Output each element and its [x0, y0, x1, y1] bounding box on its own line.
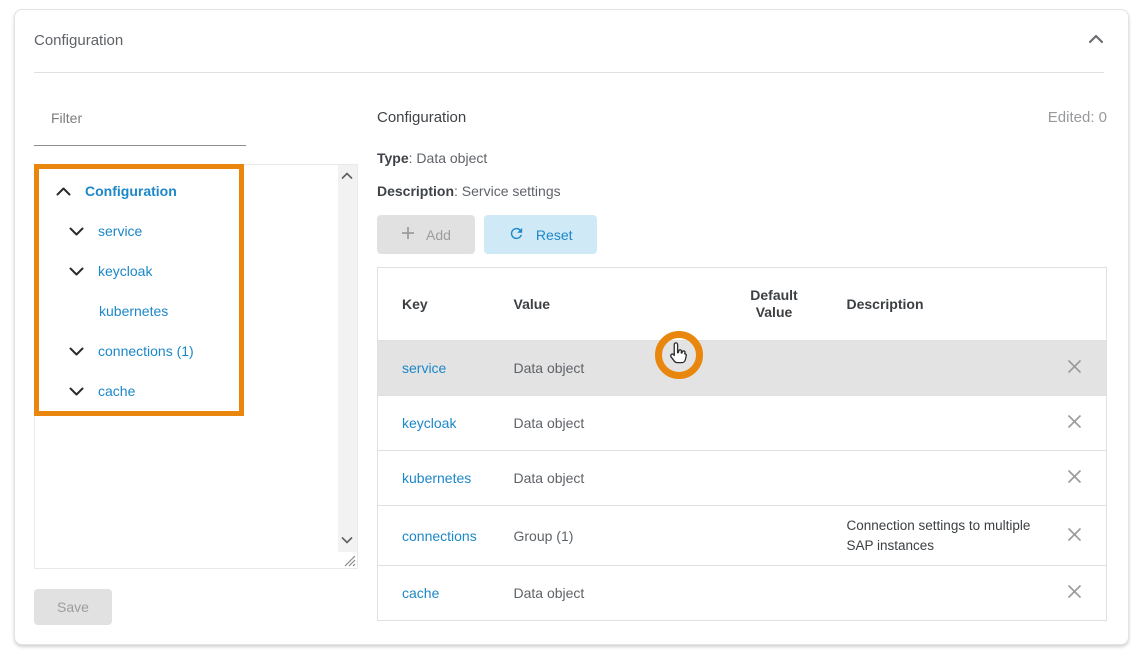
col-header-actions [1043, 268, 1107, 341]
row-description [823, 341, 1043, 396]
scroll-down-icon[interactable] [340, 536, 354, 544]
row-default-value [726, 566, 823, 621]
tree-node-label[interactable]: keycloak [98, 263, 152, 279]
delete-row-button[interactable] [1066, 413, 1083, 430]
close-icon [1066, 418, 1083, 433]
row-description [823, 396, 1043, 451]
filter-input[interactable]: Filter [34, 110, 246, 146]
card-header: Configuration [15, 10, 1128, 50]
collapse-section-button[interactable] [1088, 34, 1104, 44]
plus-icon [401, 226, 415, 243]
save-button[interactable]: Save [34, 589, 112, 625]
tree-node-label[interactable]: kubernetes [99, 303, 168, 319]
refresh-icon [508, 225, 525, 245]
row-value: Data object [490, 566, 726, 621]
configuration-table: Key Value Default Value Description serv… [377, 267, 1107, 621]
tree-node-label[interactable]: Configuration [85, 183, 177, 199]
configuration-tree: Configuration service keycloak [35, 165, 357, 411]
description-value: : Service settings [454, 183, 561, 199]
close-icon [1066, 473, 1083, 488]
tree-node-service[interactable]: service [35, 211, 357, 251]
row-key-link[interactable]: kubernetes [378, 451, 490, 506]
tree-node-kubernetes[interactable]: kubernetes [35, 291, 357, 331]
description-line: Description: Service settings [377, 183, 1107, 199]
resize-grip-icon[interactable] [342, 553, 356, 567]
close-icon [1066, 588, 1083, 603]
chevron-up-icon [1088, 32, 1104, 47]
type-value: : Data object [409, 150, 488, 166]
row-key-link[interactable]: cache [378, 566, 490, 621]
row-description [823, 566, 1043, 621]
table-header-row: Key Value Default Value Description [378, 268, 1107, 341]
tree-node-label[interactable]: connections (1) [98, 343, 194, 359]
delete-row-button[interactable] [1066, 526, 1083, 543]
row-value: Data object [490, 396, 726, 451]
tree-node-keycloak[interactable]: keycloak [35, 251, 357, 291]
table-row-keycloak[interactable]: keycloak Data object [378, 396, 1107, 451]
edited-counter: Edited: 0 [1048, 109, 1107, 126]
description-label: Description [377, 183, 454, 199]
table-row-connections[interactable]: connections Group (1) Connection setting… [378, 506, 1107, 566]
add-button-label: Add [426, 227, 451, 243]
tree-node-label[interactable]: service [98, 223, 142, 239]
row-value: Data object [490, 451, 726, 506]
filter-placeholder: Filter [34, 110, 246, 126]
col-header-value: Value [490, 268, 726, 341]
row-default-value [726, 341, 823, 396]
type-label: Type [377, 150, 409, 166]
chevron-down-icon[interactable] [69, 347, 84, 356]
row-key-link[interactable]: connections [378, 506, 490, 566]
chevron-down-icon[interactable] [69, 267, 84, 276]
table-row-service[interactable]: service Data object [378, 341, 1107, 396]
chevron-up-icon[interactable] [56, 187, 71, 196]
tree-panel: Configuration service keycloak [34, 164, 358, 569]
row-value: Group (1) [490, 506, 726, 566]
col-header-key: Key [378, 268, 490, 341]
row-description [823, 451, 1043, 506]
delete-row-button[interactable] [1066, 583, 1083, 600]
close-icon [1066, 363, 1083, 378]
details-panel: Configuration Edited: 0 Type: Data objec… [377, 73, 1107, 625]
scroll-up-icon[interactable] [340, 172, 354, 180]
tree-node-configuration[interactable]: Configuration [35, 171, 357, 211]
close-icon [1066, 531, 1083, 546]
chevron-down-icon[interactable] [69, 227, 84, 236]
row-description: Connection settings to multiple SAP inst… [823, 506, 1043, 566]
configuration-card: Configuration Filter Configuratio [14, 9, 1129, 645]
delete-row-button[interactable] [1066, 468, 1083, 485]
table-row-cache[interactable]: cache Data object [378, 566, 1107, 621]
delete-row-button[interactable] [1066, 358, 1083, 375]
row-default-value [726, 451, 823, 506]
details-title: Configuration [377, 109, 466, 126]
row-value: Data object [490, 341, 726, 396]
row-key-link[interactable]: service [378, 341, 490, 396]
reset-button[interactable]: Reset [484, 215, 597, 254]
row-default-value [726, 396, 823, 451]
tree-node-connections[interactable]: connections (1) [35, 331, 357, 371]
row-default-value [726, 506, 823, 566]
chevron-down-icon[interactable] [69, 387, 84, 396]
add-button[interactable]: Add [377, 215, 475, 254]
card-title: Configuration [34, 32, 123, 50]
col-header-description: Description [823, 268, 1043, 341]
reset-button-label: Reset [536, 227, 573, 243]
tree-node-cache[interactable]: cache [35, 371, 357, 411]
col-header-default-value: Default Value [726, 268, 823, 341]
tree-sidebar: Filter Configuration servi [34, 73, 358, 625]
tree-scrollbar[interactable] [338, 165, 357, 552]
row-key-link[interactable]: keycloak [378, 396, 490, 451]
tree-node-label[interactable]: cache [98, 383, 135, 399]
type-line: Type: Data object [377, 150, 1107, 166]
table-row-kubernetes[interactable]: kubernetes Data object [378, 451, 1107, 506]
